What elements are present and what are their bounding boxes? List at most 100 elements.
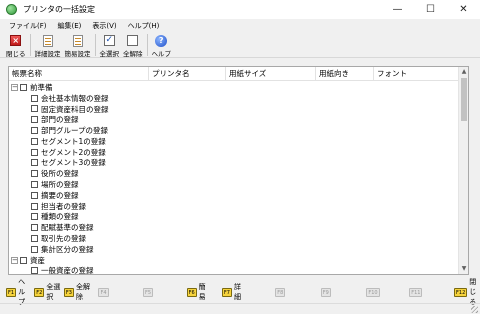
fkey-badge: F7 — [221, 287, 232, 297]
window-title: プリンタの一括設定 — [23, 5, 95, 14]
report-row[interactable]: 集計区分の登録 — [9, 244, 459, 255]
fkey-f9: F9 — [320, 286, 337, 298]
group-row[interactable]: − 資産 — [9, 255, 459, 266]
report-row[interactable]: 部門の登録 — [9, 114, 459, 125]
report-list[interactable]: 帳票名称 プリンタ名 用紙サイズ 用紙向き フォント − 前準備 会社基本情報の登録… — [8, 66, 469, 275]
report-checkbox[interactable] — [31, 159, 38, 167]
help-button[interactable]: ? ヘルプ — [152, 32, 171, 58]
report-label: 役所の登録 — [41, 169, 79, 179]
detail-settings-label: 詳細設定 — [34, 50, 61, 58]
report-label: 種類の登録 — [41, 212, 79, 222]
fkey-badge: F2 — [34, 287, 45, 297]
group-row[interactable]: − 前準備 — [9, 82, 459, 93]
report-row[interactable]: 配賦基準の登録 — [9, 222, 459, 233]
vertical-scrollbar[interactable]: ▲ ▼ — [458, 67, 468, 274]
report-checkbox[interactable] — [31, 105, 38, 113]
fkey-badge: F1 — [6, 287, 17, 297]
report-label: 摘要の登録 — [41, 190, 79, 200]
fkey-f11: F11 — [409, 286, 426, 298]
fkey-badge: F12 — [454, 287, 468, 297]
window-controls: — ☐ ✕ — [381, 0, 480, 19]
report-checkbox[interactable] — [31, 245, 38, 253]
report-row[interactable]: 摘要の登録 — [9, 190, 459, 201]
report-row[interactable]: 担当者の登録 — [9, 201, 459, 212]
collapse-icon[interactable]: − — [11, 83, 18, 91]
report-checkbox[interactable] — [31, 116, 38, 124]
report-row[interactable]: 一般資産の登録 — [9, 266, 459, 274]
simple-settings-button[interactable]: 簡易設定 — [65, 32, 91, 58]
report-checkbox[interactable] — [31, 137, 38, 145]
report-row[interactable]: セグメント3の登録 — [9, 158, 459, 169]
report-label: 集計区分の登録 — [41, 244, 94, 254]
status-bar — [0, 303, 480, 314]
menu-help[interactable]: ヘルプ(H) — [128, 21, 160, 31]
fkey-f5: F5 — [143, 286, 159, 298]
report-row[interactable]: セグメント1の登録 — [9, 136, 459, 147]
fkey-label: 詳細 — [233, 283, 241, 301]
column-header-report-name[interactable]: 帳票名称 — [9, 67, 149, 81]
scroll-thumb[interactable] — [461, 78, 467, 121]
report-row[interactable]: 固定資産科目の登録 — [9, 104, 459, 115]
column-header-printer[interactable]: プリンタ名 — [149, 67, 226, 81]
fkey-f6[interactable]: F6 簡易 — [186, 283, 212, 301]
fkey-f1[interactable]: F1 ヘルプ — [6, 278, 31, 306]
report-checkbox[interactable] — [31, 191, 38, 199]
minimize-button[interactable]: — — [381, 0, 414, 19]
menu-edit[interactable]: 編集(E) — [58, 21, 82, 31]
report-checkbox[interactable] — [31, 170, 38, 178]
form-simple-icon — [72, 34, 83, 47]
report-label: 部門の登録 — [41, 115, 79, 125]
report-row[interactable]: 役所の登録 — [9, 168, 459, 179]
column-header-font[interactable]: フォント — [374, 67, 459, 81]
fkey-badge: F8 — [275, 287, 286, 297]
deselect-all-label: 全解除 — [123, 50, 143, 58]
menu-file[interactable]: ファイル(F) — [9, 21, 47, 31]
fkey-f2[interactable]: F2 全選択 — [34, 283, 61, 301]
scroll-down-icon[interactable]: ▼ — [459, 264, 468, 274]
close-button[interactable]: × 閉じる — [6, 32, 26, 58]
resize-grip-icon[interactable] — [471, 306, 478, 313]
report-row[interactable]: 取引先の登録 — [9, 233, 459, 244]
menu-view[interactable]: 表示(V) — [92, 21, 116, 31]
select-all-button[interactable]: ✓ 全選択 — [100, 32, 119, 58]
fkey-badge: F3 — [63, 287, 74, 297]
report-label: 会社基本情報の登録 — [41, 93, 109, 103]
fkey-f12[interactable]: F12 閉じる — [454, 278, 480, 306]
report-row[interactable]: 種類の登録 — [9, 212, 459, 223]
report-checkbox[interactable] — [31, 127, 38, 135]
group-checkbox[interactable] — [20, 83, 27, 91]
report-checkbox[interactable] — [31, 94, 38, 102]
report-checkbox[interactable] — [31, 267, 38, 274]
report-checkbox[interactable] — [31, 148, 38, 156]
report-label: 固定資産科目の登録 — [41, 104, 109, 114]
report-checkbox[interactable] — [31, 224, 38, 232]
close-window-button[interactable]: ✕ — [447, 0, 480, 19]
report-checkbox[interactable] — [31, 213, 38, 221]
group-checkbox[interactable] — [20, 256, 27, 264]
help-icon: ? — [155, 34, 168, 47]
report-row[interactable]: 場所の登録 — [9, 179, 459, 190]
fkey-f4: F4 — [98, 286, 114, 298]
fkey-badge: F9 — [320, 287, 331, 297]
close-button-label: 閉じる — [6, 50, 26, 58]
report-checkbox[interactable] — [31, 181, 38, 189]
report-row[interactable]: 部門グループの登録 — [9, 125, 459, 136]
collapse-icon[interactable]: − — [11, 256, 18, 264]
app-icon — [6, 4, 17, 15]
detail-settings-button[interactable]: 詳細設定 — [35, 32, 61, 58]
fkey-badge: F4 — [98, 287, 109, 297]
scroll-up-icon[interactable]: ▲ — [459, 67, 468, 77]
column-header-orientation[interactable]: 用紙向き — [316, 67, 374, 81]
fkey-f3[interactable]: F3 全解除 — [63, 283, 91, 301]
report-row[interactable]: 会社基本情報の登録 — [9, 93, 459, 104]
maximize-button[interactable]: ☐ — [414, 0, 447, 19]
fkey-f7[interactable]: F7 詳細 — [221, 283, 247, 301]
fkey-f8: F8 — [275, 286, 291, 298]
column-header-paper-size[interactable]: 用紙サイズ — [226, 67, 316, 81]
deselect-all-button[interactable]: 全解除 — [123, 32, 143, 58]
report-row[interactable]: セグメント2の登録 — [9, 147, 459, 158]
empty-box-icon — [127, 35, 139, 46]
report-label: 場所の登録 — [41, 180, 79, 190]
report-checkbox[interactable] — [31, 202, 38, 210]
report-checkbox[interactable] — [31, 235, 38, 243]
